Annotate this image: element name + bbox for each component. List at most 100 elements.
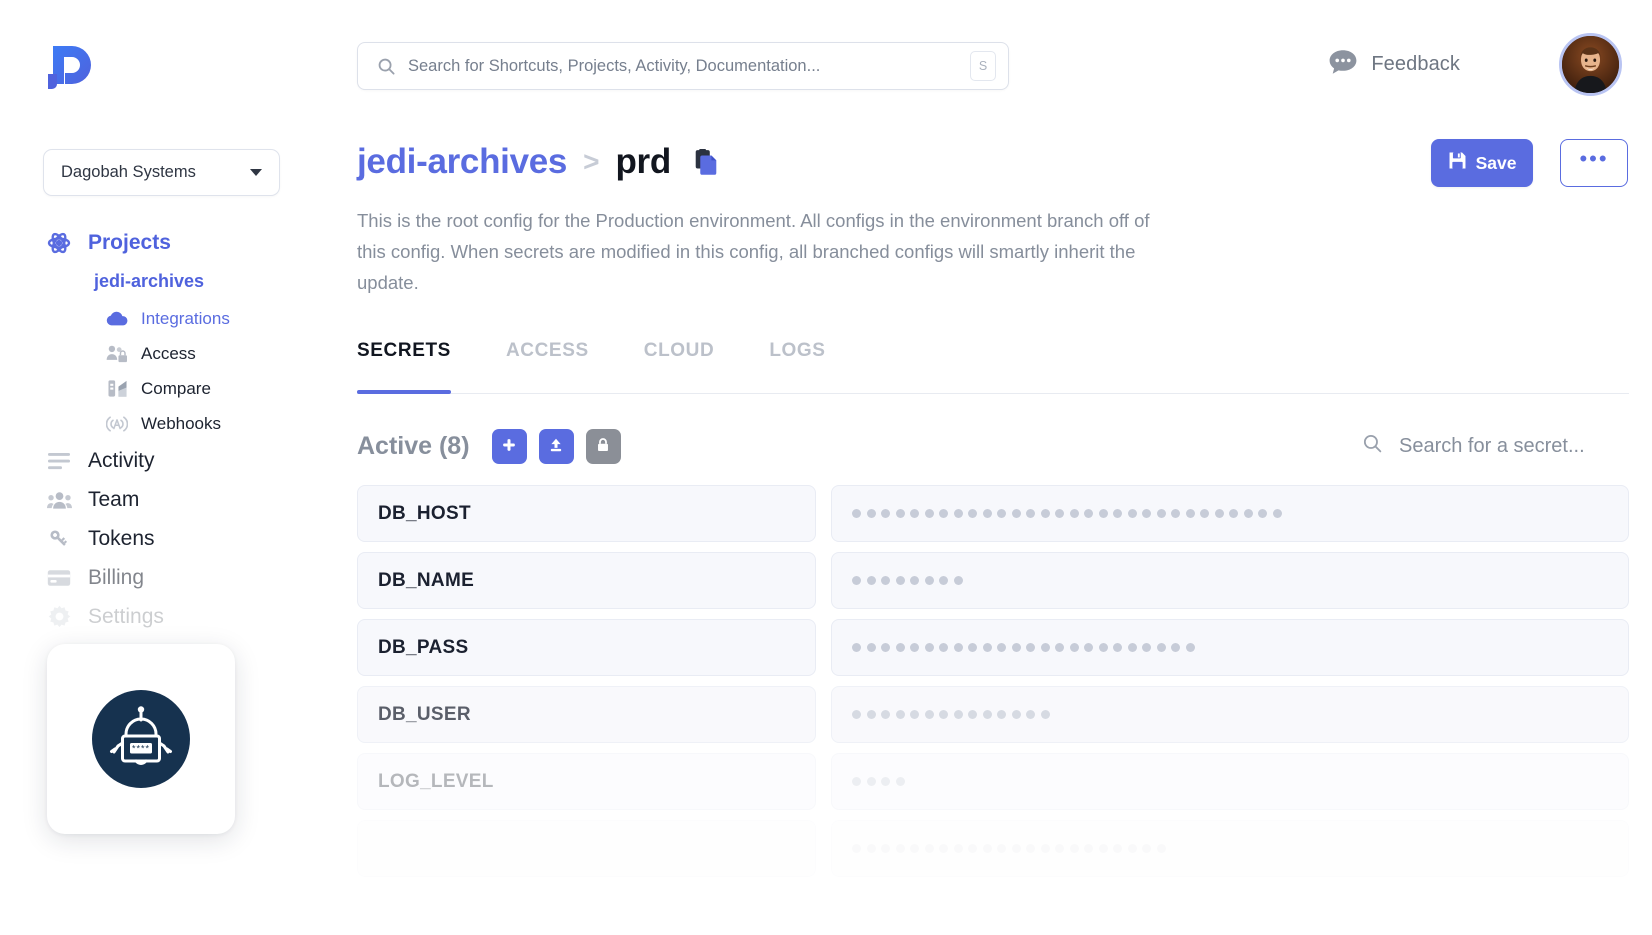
table-row — [357, 820, 1629, 877]
add-secret-button[interactable] — [491, 428, 527, 464]
sidebar-item-label: Tokens — [88, 526, 155, 550]
robot-assistant-widget[interactable]: **** — [47, 644, 235, 834]
global-search[interactable]: S — [357, 42, 1009, 90]
more-options-button[interactable]: ••• — [1560, 139, 1628, 187]
users-lock-icon — [106, 343, 128, 365]
feedback-label: Feedback — [1371, 53, 1460, 75]
sidebar: Dagobah Systems Projects jedi-archives I… — [0, 130, 340, 929]
team-icon — [46, 487, 72, 513]
secret-key-label: LOG_LEVEL — [378, 770, 494, 792]
save-button-label: Save — [1475, 152, 1517, 173]
secret-key-label: DB_USER — [378, 703, 471, 725]
tab-secrets[interactable]: SECRETS — [357, 340, 473, 394]
secret-key-field[interactable] — [357, 820, 816, 877]
sidebar-item-label: Projects — [88, 230, 171, 254]
sidebar-item-label: Activity — [88, 448, 155, 472]
sidebar-item-label: Billing — [88, 565, 145, 589]
config-description: This is the root config for the Producti… — [357, 210, 1150, 293]
sidebar-item-label: Integrations — [141, 308, 230, 328]
secret-search[interactable] — [1362, 423, 1629, 469]
plus-icon — [501, 437, 517, 456]
feedback-button[interactable]: Feedback — [1328, 48, 1460, 81]
tab-access[interactable]: ACCESS — [506, 340, 611, 392]
upload-icon — [548, 437, 564, 456]
key-icon — [46, 526, 72, 552]
sidebar-item-label: Compare — [141, 378, 211, 398]
tab-logs[interactable]: LOGS — [769, 340, 847, 392]
tab-label: SECRETS — [357, 340, 451, 361]
sidebar-item-jedi-archives[interactable]: jedi-archives — [0, 262, 340, 301]
secret-key-label: DB_HOST — [378, 502, 471, 524]
org-selector[interactable]: Dagobah Systems — [43, 149, 280, 196]
sidebar-item-label: Settings — [88, 604, 164, 628]
secret-key-field[interactable]: DB_HOST — [357, 485, 816, 542]
cloud-icon — [106, 308, 128, 330]
chevron-down-icon — [250, 169, 262, 176]
sidebar-item-settings[interactable]: Settings — [0, 597, 340, 636]
secret-value-field[interactable] — [831, 485, 1629, 542]
secret-key-field[interactable]: DB_NAME — [357, 552, 816, 609]
save-button[interactable]: Save — [1431, 139, 1533, 187]
table-row: DB_USER — [357, 686, 1629, 743]
table-row: DB_PASS — [357, 619, 1629, 676]
tab-label: CLOUD — [643, 340, 715, 361]
secret-key-field[interactable]: LOG_LEVEL — [357, 753, 816, 810]
atom-icon — [46, 230, 72, 256]
config-tabs: SECRETS ACCESS CLOUD LOGS — [357, 340, 1629, 394]
secret-key-field[interactable]: DB_PASS — [357, 619, 816, 676]
masked-value — [852, 576, 963, 585]
breadcrumb-project[interactable]: jedi-archives — [357, 142, 567, 182]
main-content: jedi-archives > prd Save ••• This is the… — [340, 130, 1652, 929]
tab-label: ACCESS — [505, 340, 589, 361]
breadcrumb: jedi-archives > prd — [357, 142, 721, 182]
sidebar-item-label: Webhooks — [141, 413, 222, 433]
lock-icon — [595, 437, 611, 456]
sidebar-item-webhooks[interactable]: Webhooks — [0, 406, 340, 441]
avatar-photo — [1562, 36, 1619, 93]
table-row: DB_NAME — [357, 552, 1629, 609]
more-options-icon: ••• — [1579, 146, 1609, 171]
sidebar-item-projects[interactable]: Projects — [0, 223, 340, 262]
masked-value — [852, 844, 1166, 853]
sidebar-item-label: Team — [88, 487, 140, 511]
secret-value-field[interactable] — [831, 552, 1629, 609]
sidebar-item-integrations[interactable]: Integrations — [0, 301, 340, 336]
breadcrumb-config: prd — [615, 142, 671, 181]
table-row: DB_HOST — [357, 485, 1629, 542]
lock-secret-button[interactable] — [585, 428, 621, 464]
secret-value-field[interactable] — [831, 753, 1629, 810]
secret-value-field[interactable] — [831, 686, 1629, 743]
broadcast-icon — [106, 413, 128, 435]
search-input[interactable] — [408, 56, 970, 76]
sidebar-item-access[interactable]: Access — [0, 336, 340, 371]
secret-search-input[interactable] — [1399, 434, 1629, 458]
sidebar-item-activity[interactable]: Activity — [0, 441, 340, 480]
sidebar-nav: Projects jedi-archives Integrations Acce… — [0, 223, 340, 636]
import-secret-button[interactable] — [538, 428, 574, 464]
sidebar-item-billing[interactable]: Billing — [0, 558, 340, 597]
top-bar: S Feedback — [0, 0, 1652, 130]
secrets-list: DB_HOST DB_NAME DB_PASS DB_USER LOG_LEVEL — [357, 485, 1629, 935]
search-icon — [1362, 433, 1383, 459]
doppler-logo-icon[interactable] — [45, 44, 93, 96]
gear-icon — [46, 604, 72, 630]
sidebar-item-label: Access — [141, 343, 196, 363]
secret-key-label: DB_NAME — [378, 569, 475, 591]
secret-value-field[interactable] — [831, 619, 1629, 676]
copy-icon[interactable] — [691, 147, 721, 177]
tab-label: LOGS — [769, 340, 826, 361]
robot-lock-icon: **** — [92, 690, 190, 788]
secrets-toolbar: Active (8) — [357, 423, 1629, 469]
sidebar-item-tokens[interactable]: Tokens — [0, 519, 340, 558]
sidebar-item-compare[interactable]: Compare — [0, 371, 340, 406]
secret-key-field[interactable]: DB_USER — [357, 686, 816, 743]
org-selector-value: Dagobah Systems — [61, 163, 196, 181]
masked-value — [852, 509, 1282, 518]
floppy-disk-icon — [1448, 151, 1467, 175]
secret-value-field[interactable] — [831, 820, 1629, 877]
active-secrets-count: Active (8) — [357, 431, 470, 460]
tab-cloud[interactable]: CLOUD — [644, 340, 737, 392]
avatar[interactable] — [1559, 33, 1622, 96]
breadcrumb-separator: > — [583, 146, 600, 177]
sidebar-item-team[interactable]: Team — [0, 480, 340, 519]
